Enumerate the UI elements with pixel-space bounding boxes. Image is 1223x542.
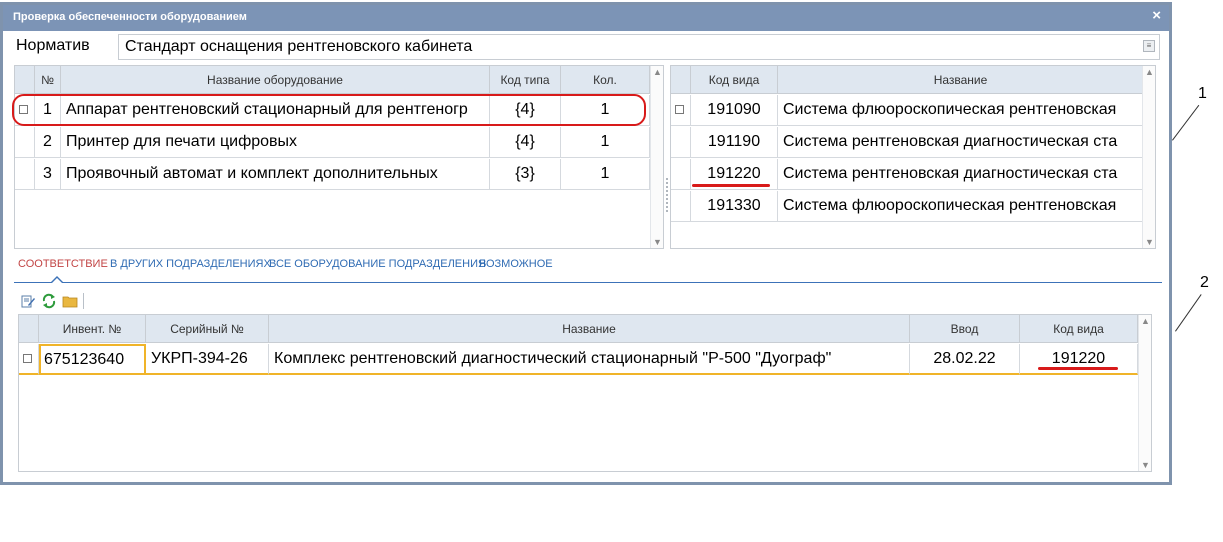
header-code[interactable]: Код вида bbox=[1020, 315, 1138, 343]
header-num[interactable]: № bbox=[35, 66, 61, 94]
window-title: Проверка обеспеченности оборудованием bbox=[13, 11, 247, 23]
row-code: 191190 bbox=[691, 127, 778, 158]
tab-compliance[interactable]: СООТВЕТСТВИЕ bbox=[18, 258, 108, 270]
tab-other-departments[interactable]: В ДРУГИХ ПОДРАЗДЕЛЕНИЯХ bbox=[110, 258, 271, 270]
annotation-2-leader bbox=[1175, 294, 1202, 332]
splitter-handle[interactable] bbox=[666, 178, 668, 212]
header-name[interactable]: Название bbox=[778, 66, 1144, 94]
norm-value: Стандарт оснащения рентгеновского кабине… bbox=[125, 38, 473, 55]
right-grid-scrollbar[interactable]: ▲ ▼ bbox=[1142, 66, 1155, 248]
inventory-grid[interactable]: Инвент. № Серийный № Название Ввод Код в… bbox=[18, 314, 1152, 472]
row-name[interactable]: Проявочный автомат и комплект дополнител… bbox=[61, 159, 490, 190]
row-code[interactable]: 191220 bbox=[1020, 344, 1138, 375]
row-inv[interactable]: 675123640 bbox=[39, 344, 146, 375]
row-name[interactable]: Система флюороскопическая рентгеновская bbox=[778, 191, 1144, 222]
tab-underline bbox=[14, 282, 1162, 283]
header-serial[interactable]: Серийный № bbox=[146, 315, 269, 343]
row-qty: 1 bbox=[561, 159, 650, 190]
norm-label: Норматив bbox=[16, 37, 90, 54]
table-row-checkbox-empty bbox=[671, 191, 691, 222]
toolbar-separator bbox=[83, 293, 84, 309]
tab-all-equipment[interactable]: ВСЕ ОБОРУДОВАНИЕ ПОДРАЗДЕЛЕНИЯ bbox=[269, 258, 486, 270]
table-row-checkbox-empty bbox=[671, 127, 691, 158]
header-checkbox-col bbox=[15, 66, 35, 94]
row-date[interactable]: 28.02.22 bbox=[910, 344, 1020, 375]
header-type-code[interactable]: Код типа bbox=[490, 66, 561, 94]
table-row-checkbox-empty bbox=[15, 159, 35, 190]
tab-active-marker-inner bbox=[51, 278, 63, 284]
row-serial[interactable]: УКРП-394-26 bbox=[146, 344, 269, 375]
header-date[interactable]: Ввод bbox=[910, 315, 1020, 343]
norm-row: Норматив Стандарт оснащения рентгеновско… bbox=[14, 34, 1160, 60]
table-row-checkbox-empty bbox=[15, 127, 35, 158]
table-row-checkbox[interactable] bbox=[19, 344, 39, 375]
underline-code-191220-bottom bbox=[1038, 367, 1118, 370]
refresh-icon[interactable] bbox=[41, 293, 57, 309]
scroll-up-icon[interactable]: ▲ bbox=[652, 67, 663, 77]
norm-field[interactable]: Стандарт оснащения рентгеновского кабине… bbox=[118, 34, 1160, 60]
equipment-grid[interactable]: № Название оборудование Код типа Кол. 1 … bbox=[14, 65, 664, 249]
header-name[interactable]: Название bbox=[269, 315, 910, 343]
row-num: 3 bbox=[35, 159, 61, 190]
annotation-1: 1 bbox=[1198, 85, 1207, 102]
grid-toolbar bbox=[14, 292, 1162, 312]
scroll-up-icon[interactable]: ▲ bbox=[1140, 316, 1151, 326]
scroll-down-icon[interactable]: ▼ bbox=[1140, 460, 1151, 470]
row-code: 191090 bbox=[691, 95, 778, 126]
row-type-code: {3} bbox=[490, 159, 561, 190]
edit-icon[interactable] bbox=[20, 293, 36, 309]
row-name[interactable]: Принтер для печати цифровых bbox=[61, 127, 490, 158]
folder-icon[interactable] bbox=[62, 293, 78, 309]
annotation-2: 2 bbox=[1200, 274, 1209, 291]
table-row-checkbox-empty bbox=[671, 159, 691, 190]
scroll-down-icon[interactable]: ▼ bbox=[1144, 237, 1155, 247]
header-name[interactable]: Название оборудование bbox=[61, 66, 490, 94]
table-row-checkbox[interactable] bbox=[671, 95, 691, 126]
row-qty: 1 bbox=[561, 127, 650, 158]
tab-possible[interactable]: ВОЗМОЖНОЕ bbox=[479, 258, 553, 270]
header-qty[interactable]: Кол. bbox=[561, 66, 650, 94]
highlight-row-1 bbox=[12, 94, 646, 126]
header-checkbox-col bbox=[671, 66, 691, 94]
bottom-grid-scrollbar[interactable]: ▲ ▼ bbox=[1138, 315, 1151, 471]
header-code[interactable]: Код вида bbox=[691, 66, 778, 94]
header-checkbox-col bbox=[19, 315, 39, 343]
underline-code-191220 bbox=[692, 184, 770, 187]
row-code: 191330 bbox=[691, 191, 778, 222]
row-name[interactable]: Комплекс рентгеновский диагностический с… bbox=[269, 344, 910, 375]
scroll-up-icon[interactable]: ▲ bbox=[1144, 67, 1155, 77]
row-num: 2 bbox=[35, 127, 61, 158]
scroll-down-icon[interactable]: ▼ bbox=[652, 237, 663, 247]
close-icon[interactable]: × bbox=[1152, 7, 1161, 24]
title-bar[interactable]: Проверка обеспеченности оборудованием × bbox=[3, 5, 1169, 31]
left-grid-scrollbar[interactable]: ▲ ▼ bbox=[650, 66, 663, 248]
header-inv[interactable]: Инвент. № bbox=[39, 315, 146, 343]
row-name[interactable]: Система флюороскопическая рентгеновская bbox=[778, 95, 1144, 126]
row-type-code: {4} bbox=[490, 127, 561, 158]
annotation-1-leader bbox=[1172, 104, 1200, 141]
row-name[interactable]: Система рентгеновская диагностическая ст… bbox=[778, 159, 1144, 190]
lookup-icon[interactable]: ≡ bbox=[1143, 40, 1155, 52]
row-name[interactable]: Система рентгеновская диагностическая ст… bbox=[778, 127, 1144, 158]
type-grid[interactable]: Код вида Название 191090 Система флюорос… bbox=[670, 65, 1156, 249]
